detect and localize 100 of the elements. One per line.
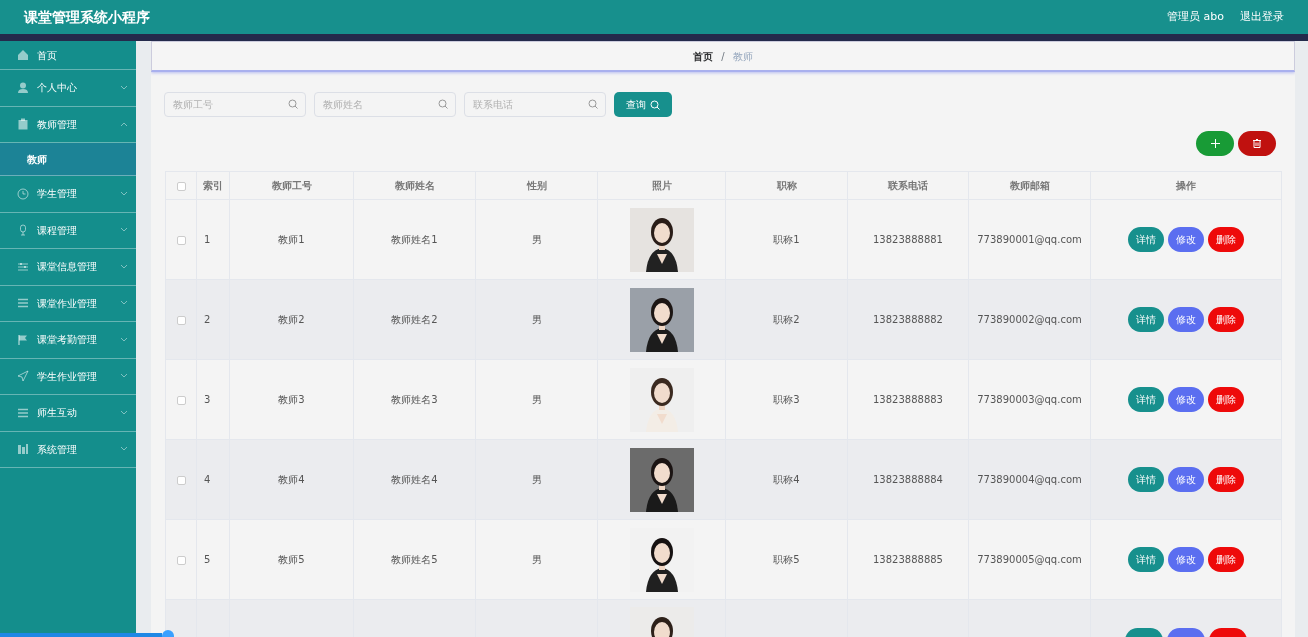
sidebar-item[interactable]: 课堂信息管理 <box>0 249 136 286</box>
sidebar-item[interactable]: 首页 <box>0 41 136 70</box>
list-icon <box>17 406 29 419</box>
table-cell: 773890002@qq.com <box>977 314 1082 325</box>
column-header: 职称 <box>776 180 797 191</box>
chevron-down-icon <box>120 409 128 416</box>
chevron-down-icon <box>120 446 128 453</box>
table-cell: 男 <box>531 554 542 565</box>
row-checkbox[interactable] <box>176 395 186 405</box>
sidebar-item[interactable]: 课堂考勤管理 <box>0 322 136 359</box>
send-icon <box>17 370 29 383</box>
sidebar-item[interactable]: 学生作业管理 <box>0 358 136 395</box>
scrollbar[interactable] <box>0 633 162 637</box>
delete-button[interactable]: 删除 <box>1208 307 1244 332</box>
details-button[interactable]: 详情 <box>1128 467 1164 492</box>
column-header: 教师邮箱 <box>1009 180 1050 191</box>
table-cell: 职称3 <box>773 394 800 405</box>
table-cell: 773890004@qq.com <box>977 474 1082 485</box>
trash-icon <box>1253 138 1261 148</box>
table-cell: 教师2 <box>278 314 305 325</box>
table-cell: 教师姓名4 <box>391 474 438 485</box>
sidebar-item[interactable]: 课程管理 <box>0 212 136 249</box>
chevron-down-icon <box>120 300 128 307</box>
row-checkbox[interactable] <box>176 235 186 245</box>
table-cell: 773890001@qq.com <box>977 234 1082 245</box>
table-cell: 男 <box>531 474 542 485</box>
chart-icon <box>17 443 29 456</box>
table-cell: 教师3 <box>278 394 305 405</box>
table-cell: 773890005@qq.com <box>977 554 1082 565</box>
breadcrumb-item[interactable]: 首页 <box>693 48 714 64</box>
edit-button[interactable]: 修改 <box>1168 547 1204 572</box>
table-cell: 3 <box>204 394 211 405</box>
edit-button[interactable]: 修改 <box>1168 467 1204 492</box>
edit-button[interactable]: 修改 <box>1168 387 1204 412</box>
plus-icon <box>1210 138 1220 148</box>
flag-icon <box>17 333 29 346</box>
table-cell: 教师姓名3 <box>391 394 438 405</box>
table-cell: 教师4 <box>278 474 305 485</box>
table-cell: 教师5 <box>278 554 305 565</box>
breadcrumb-separator: / <box>721 49 725 64</box>
table-cell: 13823888881 <box>873 234 943 245</box>
search-icon <box>288 99 298 109</box>
chevron-down-icon <box>120 227 128 234</box>
column-header: 性别 <box>526 180 547 191</box>
search-field[interactable]: 教师姓名 <box>314 92 456 117</box>
table-cell: 13823888883 <box>873 394 943 405</box>
chevron-down-icon <box>120 336 128 343</box>
sidebar-subitem[interactable]: 教师 <box>0 143 136 176</box>
add-button[interactable] <box>1196 131 1234 156</box>
table-cell: 男 <box>531 234 542 245</box>
search-field[interactable]: 联系电话 <box>464 92 606 117</box>
delete-button[interactable] <box>1238 131 1276 156</box>
sliders-icon <box>17 260 29 273</box>
chevron-down-icon <box>120 190 128 197</box>
edit-button[interactable]: 修改 <box>1168 227 1204 252</box>
chevron-down-icon <box>120 373 128 380</box>
sidebar-item[interactable]: 课堂作业管理 <box>0 285 136 322</box>
table-cell: 773890003@qq.com <box>977 394 1082 405</box>
row-checkbox[interactable] <box>176 475 186 485</box>
delete-button[interactable]: 删除 <box>1208 547 1244 572</box>
details-button[interactable]: 详情 <box>1128 307 1164 332</box>
query-button[interactable]: 查询 <box>614 92 672 117</box>
user-role-label: 管理员 abo <box>1167 8 1224 25</box>
list-icon <box>17 297 29 310</box>
scroll-handle[interactable] <box>162 630 174 637</box>
table-cell: 男 <box>531 394 542 405</box>
clock-icon <box>17 187 29 200</box>
column-header: 教师姓名 <box>394 180 435 191</box>
sidebar-item[interactable]: 师生互动 <box>0 395 136 432</box>
details-button[interactable]: 详情 <box>1128 227 1164 252</box>
sidebar-item[interactable]: 学生管理 <box>0 176 136 213</box>
table-cell: 13823888884 <box>873 474 943 485</box>
table-cell: 4 <box>204 474 211 485</box>
app-title: 课堂管理系统小程序 <box>24 7 150 27</box>
search-field[interactable]: 教师工号 <box>164 92 306 117</box>
delete-button[interactable]: 删除 <box>1208 387 1244 412</box>
microphone-icon <box>17 224 29 237</box>
sidebar-item[interactable]: 个人中心 <box>0 70 136 107</box>
table-cell: 教师姓名5 <box>391 554 438 565</box>
logout-link[interactable]: 退出登录 <box>1240 8 1284 26</box>
table-cell: 男 <box>531 314 542 325</box>
table-cell: 教师姓名2 <box>391 314 438 325</box>
row-checkbox[interactable] <box>176 555 186 565</box>
table-cell: 职称2 <box>773 314 800 325</box>
delete-button[interactable]: 删除 <box>1208 227 1244 252</box>
chevron-down-icon <box>120 263 128 270</box>
details-button[interactable]: 详情 <box>1128 547 1164 572</box>
clipboard-icon <box>17 118 29 131</box>
details-button[interactable]: 详情 <box>1128 387 1164 412</box>
row-checkbox[interactable] <box>176 315 186 325</box>
delete-button[interactable]: 删除 <box>1208 467 1244 492</box>
sidebar-item[interactable]: 系统管理 <box>0 431 136 468</box>
table-cell: 2 <box>204 314 211 325</box>
home-icon <box>17 49 29 61</box>
edit-button[interactable]: 修改 <box>1168 307 1204 332</box>
column-header: 照片 <box>651 180 672 191</box>
select-all-checkbox[interactable] <box>176 181 186 191</box>
column-header: 教师工号 <box>271 180 312 191</box>
table-cell: 13823888882 <box>873 314 943 325</box>
table-cell: 职称5 <box>773 554 800 565</box>
